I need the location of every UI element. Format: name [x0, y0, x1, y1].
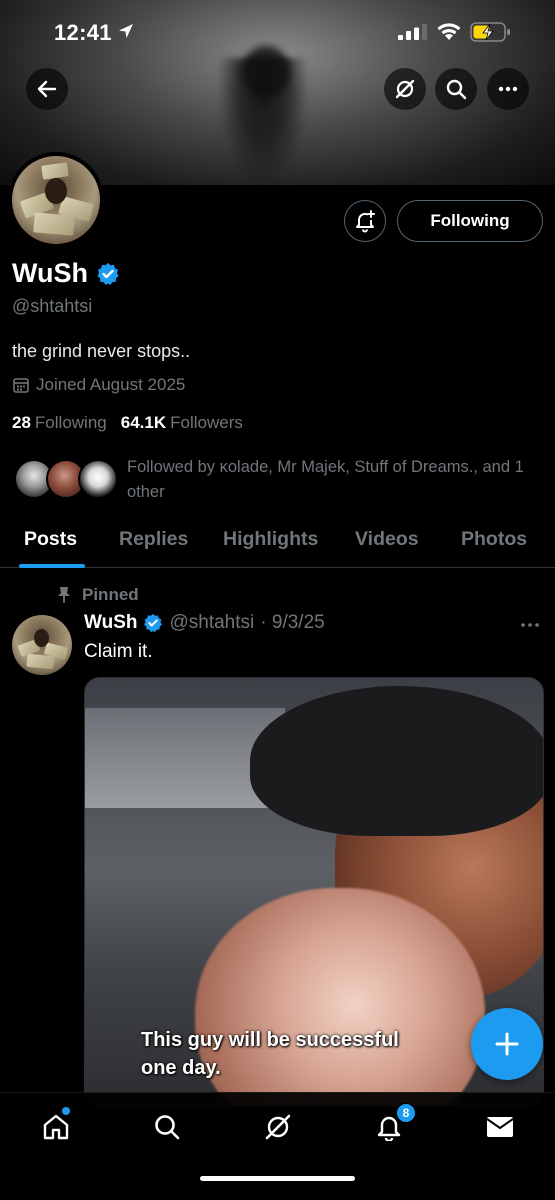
pin-icon [58, 587, 70, 603]
plus-icon [495, 1032, 519, 1056]
arrow-left-icon [37, 80, 57, 98]
search-icon [446, 79, 467, 100]
tab-videos[interactable]: Videos [355, 528, 419, 551]
followed-by-row[interactable]: Followed by κolade, Mr Majek, Stuff of D… [14, 455, 544, 507]
post-date: · 9/3/25 [260, 612, 325, 633]
search-profile-button[interactable] [435, 68, 477, 110]
follower-avatar [78, 459, 118, 499]
grok-icon [395, 79, 415, 99]
joined-date-row: Joined August 2025 [12, 375, 185, 395]
grok-button[interactable] [384, 68, 426, 110]
following-button[interactable]: Following [397, 200, 543, 242]
post-header: WuSh @shtahtsi · 9/3/25 [84, 612, 325, 634]
status-time: 12:41 [54, 20, 112, 45]
tab-highlights[interactable]: Highlights [223, 528, 318, 551]
post-text: Claim it. [84, 641, 153, 662]
home-indicator[interactable] [200, 1176, 355, 1181]
profile-name: WuSh [12, 258, 88, 288]
post-author-name[interactable]: WuSh [84, 612, 137, 634]
profile-bio: the grind never stops.. [12, 341, 191, 361]
tab-replies[interactable]: Replies [119, 528, 188, 551]
calendar-icon [13, 378, 29, 393]
pinned-label: Pinned [82, 585, 139, 604]
followed-by-text: Followed by κolade, Mr Majek, Stuff of D… [127, 458, 524, 501]
back-button[interactable] [26, 68, 68, 110]
more-dots-icon [498, 86, 518, 92]
nav-messages[interactable] [480, 1107, 520, 1147]
more-options-button[interactable] [487, 68, 529, 110]
more-dots-icon [521, 623, 539, 627]
active-tab-indicator [19, 564, 85, 568]
tab-photos[interactable]: Photos [461, 528, 527, 551]
wifi-icon [437, 23, 461, 40]
profile-name-row: WuSh [12, 258, 120, 289]
tab-posts[interactable]: Posts [24, 528, 77, 551]
notifications-toggle-button[interactable] [344, 200, 386, 242]
status-bar: 12:41 [0, 0, 555, 60]
post-author-handle: @shtahtsi [169, 612, 255, 633]
bottom-navigation [0, 1092, 555, 1200]
avatar-image [12, 156, 100, 244]
media-caption: This guy will be successful one day. [141, 1029, 399, 1079]
bell-plus-icon [356, 210, 375, 233]
profile-tabs: Posts Replies Highlights Videos Photos [0, 520, 555, 568]
cellular-signal-icon [398, 24, 427, 40]
profile-handle: @shtahtsi [12, 296, 93, 316]
messages-icon [486, 1117, 514, 1137]
grok-icon [265, 1114, 291, 1140]
notifications-badge: 8 [396, 1103, 416, 1123]
battery-charging-icon [470, 22, 510, 42]
pinned-label-row: Pinned [56, 585, 139, 605]
home-unread-dot [62, 1107, 70, 1115]
nav-home[interactable] [36, 1107, 76, 1147]
nav-grok[interactable] [258, 1107, 298, 1147]
profile-avatar[interactable] [8, 152, 104, 248]
post-author-avatar[interactable] [12, 615, 72, 675]
nav-search[interactable] [147, 1107, 187, 1147]
verified-badge-icon [144, 613, 163, 633]
post-more-button[interactable] [520, 612, 540, 635]
joined-date: Joined August 2025 [36, 375, 186, 394]
home-icon [43, 1114, 69, 1140]
media-hat [250, 686, 543, 836]
compose-button[interactable] [471, 1008, 543, 1080]
verified-badge-icon [97, 262, 119, 285]
followers-count-link[interactable]: 64.1K Followers [121, 413, 243, 433]
following-count-link[interactable]: 28 Following [12, 413, 107, 433]
location-arrow-icon [119, 24, 133, 38]
follow-counts: 28 Following 64.1K Followers [12, 413, 243, 433]
search-icon [155, 1115, 180, 1140]
